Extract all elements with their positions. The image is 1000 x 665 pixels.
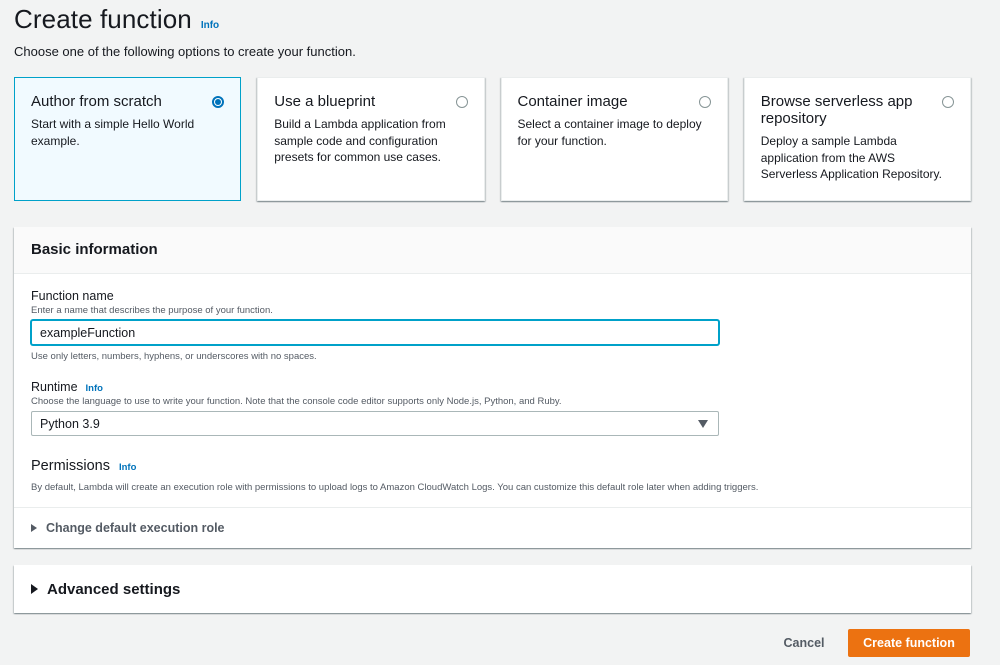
create-options: Author from scratch Start with a simple …: [14, 77, 971, 201]
function-name-description: Enter a name that describes the purpose …: [31, 305, 273, 316]
basic-information-title: Basic information: [31, 241, 158, 258]
page-header: Create function Info: [14, 4, 219, 35]
permissions-label-text: Permissions: [31, 458, 110, 474]
option-use-blueprint[interactable]: Use a blueprint Build a Lambda applicati…: [257, 77, 485, 201]
runtime-selected-value: Python 3.9: [40, 416, 100, 431]
permissions-label: Permissions Info: [31, 458, 136, 474]
page-title: Create function: [14, 4, 192, 34]
runtime-select[interactable]: Python 3.9: [31, 411, 719, 436]
radio-use-blueprint[interactable]: [455, 96, 468, 108]
advanced-settings-label: Advanced settings: [47, 580, 181, 598]
advanced-settings-expander[interactable]: Advanced settings: [14, 565, 971, 613]
runtime-info-link[interactable]: Info: [86, 383, 103, 394]
permissions-description: By default, Lambda will create an execut…: [31, 482, 759, 493]
option-description: Select a container image to deploy for y…: [517, 117, 702, 148]
option-title: Author from scratch: [31, 93, 162, 110]
cancel-button[interactable]: Cancel: [768, 629, 840, 657]
runtime-description: Choose the language to use to write your…: [31, 396, 562, 407]
create-function-button[interactable]: Create function: [848, 629, 970, 657]
header-info-link[interactable]: Info: [201, 20, 219, 31]
change-execution-role-label: Change default execution role: [46, 521, 225, 535]
function-name-input[interactable]: [31, 320, 719, 345]
runtime-label: Runtime Info: [31, 380, 103, 394]
caret-right-icon: [31, 584, 38, 594]
option-container-image[interactable]: Container image Select a container image…: [500, 77, 728, 201]
basic-information-panel: Basic information Function name Enter a …: [14, 227, 971, 548]
function-name-constraint: Use only letters, numbers, hyphens, or u…: [31, 351, 317, 362]
function-name-label-text: Function name: [31, 289, 114, 303]
caret-right-icon: [31, 524, 37, 532]
option-title: Container image: [517, 93, 628, 110]
caret-down-icon: [698, 419, 708, 428]
radio-browse-serverless-repo[interactable]: [942, 96, 954, 108]
runtime-label-text: Runtime: [31, 380, 78, 394]
option-description: Deploy a sample Lambda application from …: [760, 134, 942, 181]
option-title: Use a blueprint: [274, 93, 376, 110]
option-title: Browse serverless app repository: [760, 93, 913, 127]
permissions-info-link[interactable]: Info: [119, 462, 136, 473]
page-subtitle: Choose one of the following options to c…: [14, 44, 356, 59]
option-description: Start with a simple Hello World example.: [31, 117, 195, 148]
function-name-label: Function name: [31, 289, 114, 303]
option-description: Build a Lambda application from sample c…: [274, 117, 446, 164]
option-browse-serverless-repo[interactable]: Browse serverless app repository Deploy …: [743, 77, 971, 201]
basic-information-header: Basic information: [14, 227, 971, 274]
radio-container-image[interactable]: [698, 96, 711, 108]
option-author-from-scratch[interactable]: Author from scratch Start with a simple …: [14, 77, 242, 201]
change-execution-role-expander[interactable]: Change default execution role: [14, 507, 971, 548]
